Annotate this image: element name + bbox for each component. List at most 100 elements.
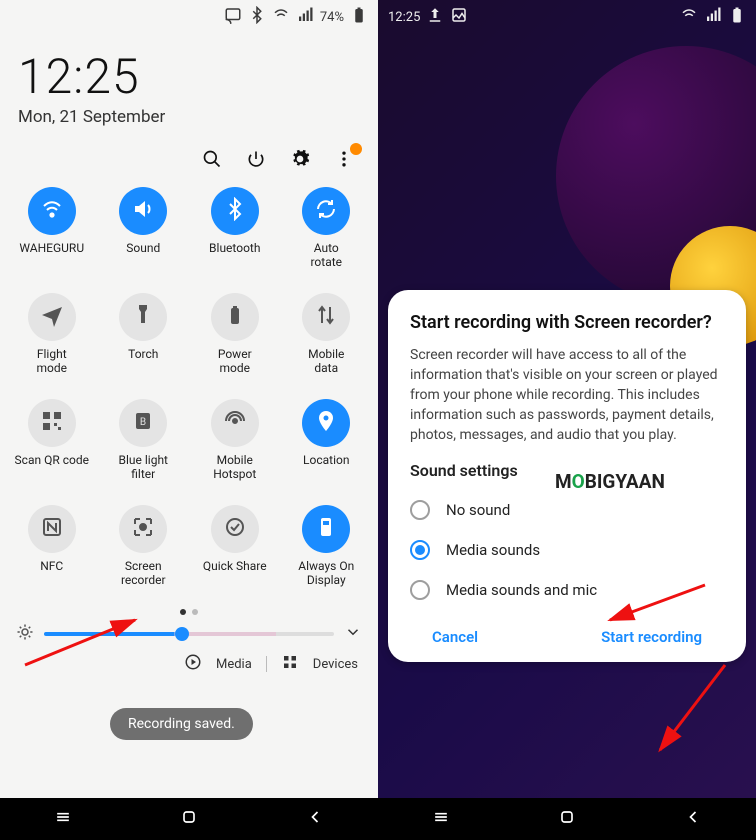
clock-time: 12:25: [18, 48, 360, 105]
android-navbar: [378, 798, 756, 840]
wifi-icon: [40, 197, 64, 225]
radio-label: No sound: [446, 501, 510, 519]
tile-sound[interactable]: Sound: [98, 187, 190, 287]
signal-status-icon: [296, 6, 314, 28]
bluetooth-icon: [223, 197, 247, 225]
media-play-icon: [184, 653, 202, 675]
divider: [266, 656, 267, 672]
tile-bluetooth[interactable]: Bluetooth: [189, 187, 281, 287]
svg-text:B: B: [140, 417, 146, 428]
tile-label: WAHEGURU: [15, 241, 88, 255]
tile-flightmode[interactable]: Flightmode: [6, 293, 98, 393]
autorotate-icon: [314, 197, 338, 225]
tile-nfc[interactable]: NFC: [6, 505, 98, 605]
brightness-icon: [16, 623, 34, 645]
tile-label: Mobiledata: [304, 347, 348, 375]
tile-label: Flightmode: [33, 347, 72, 375]
dialog-body: Screen recorder will have access to all …: [410, 345, 724, 445]
wifi-status-icon: [680, 6, 698, 28]
devices-button[interactable]: Devices: [313, 657, 358, 672]
power-icon[interactable]: [246, 149, 266, 173]
gear-icon[interactable]: [290, 149, 310, 173]
mobigyaan-watermark: MOBIGYAAN: [555, 470, 665, 493]
torch-icon: [131, 303, 155, 331]
battery-icon: [223, 303, 247, 331]
tile-wifi[interactable]: WAHEGURU: [6, 187, 98, 287]
nav-recents-icon[interactable]: [431, 807, 451, 831]
clock-date: Mon, 21 September: [18, 107, 360, 127]
radio-label: Media sounds: [446, 541, 540, 559]
nav-recents-icon[interactable]: [53, 807, 73, 831]
nav-home-icon[interactable]: [557, 807, 577, 831]
radio-label: Media sounds and mic: [446, 581, 597, 599]
tile-autorotate[interactable]: Autorotate: [281, 187, 373, 287]
quick-tiles-grid: WAHEGURU Sound Bluetooth Autorotate Flig…: [0, 183, 378, 605]
battery-icon: [728, 6, 746, 28]
image-icon: [450, 6, 468, 28]
phone-left-quicksettings: 74% 12:25 Mon, 21 September WAHEGU: [0, 0, 378, 840]
battery-icon: [350, 6, 368, 28]
bluetooth-status-icon: [248, 6, 266, 28]
tile-mobiledata[interactable]: Mobiledata: [281, 293, 373, 393]
status-bar: 12:25: [378, 0, 756, 34]
tile-aod[interactable]: Always OnDisplay: [281, 505, 373, 605]
nfc-icon: [40, 515, 64, 543]
mobiledata-icon: [314, 303, 338, 331]
tile-powermode[interactable]: Powermode: [189, 293, 281, 393]
android-navbar: [0, 798, 378, 840]
tile-bluelight[interactable]: BBlue lightfilter: [98, 399, 190, 499]
devices-grid-icon: [281, 653, 299, 675]
tile-hotspot[interactable]: MobileHotspot: [189, 399, 281, 499]
quickshare-icon: [223, 515, 247, 543]
watermark-text: BIGYAAN: [585, 470, 665, 493]
upload-icon: [426, 6, 444, 28]
tile-location[interactable]: Location: [281, 399, 373, 499]
watermark-text: O: [572, 470, 585, 493]
airplane-icon: [40, 303, 64, 331]
radio-icon: [410, 540, 430, 560]
brightness-slider[interactable]: [44, 632, 334, 636]
nav-back-icon[interactable]: [305, 807, 325, 831]
media-button[interactable]: Media: [216, 657, 252, 672]
search-icon[interactable]: [202, 149, 222, 173]
tile-label: Autorotate: [306, 241, 346, 269]
phone-right-dialog: 12:25 Start recording with Screen record…: [378, 0, 756, 840]
qr-icon: [40, 409, 64, 437]
hotspot-icon: [223, 409, 247, 437]
status-bar: 74%: [0, 0, 378, 34]
tile-label: Sound: [122, 241, 164, 255]
tile-label: Location: [299, 453, 353, 467]
tile-label: MobileHotspot: [209, 453, 260, 481]
tile-label: Powermode: [214, 347, 256, 375]
cast-icon: [224, 6, 242, 28]
tile-label: Screenrecorder: [117, 559, 170, 587]
more-icon[interactable]: [334, 149, 354, 173]
aod-icon: [314, 515, 338, 543]
watermark-text: M: [555, 470, 572, 493]
radio-option-mediasounds[interactable]: Media sounds: [410, 530, 724, 570]
snackbar-recording-saved: Recording saved.: [110, 708, 253, 740]
signal-status-icon: [704, 6, 722, 28]
bluelight-icon: B: [131, 409, 155, 437]
cancel-button[interactable]: Cancel: [432, 628, 478, 646]
radio-option-mediasounds-mic[interactable]: Media sounds and mic: [410, 570, 724, 610]
tile-label: Quick Share: [199, 559, 271, 573]
start-recording-button[interactable]: Start recording: [601, 628, 702, 646]
nav-home-icon[interactable]: [179, 807, 199, 831]
chevron-down-icon[interactable]: [344, 623, 362, 645]
radio-icon: [410, 500, 430, 520]
tile-label: Bluetooth: [205, 241, 264, 255]
radio-icon: [410, 580, 430, 600]
radio-option-nosound[interactable]: No sound: [410, 490, 724, 530]
nav-back-icon[interactable]: [683, 807, 703, 831]
tile-torch[interactable]: Torch: [98, 293, 190, 393]
tile-label: Torch: [124, 347, 162, 361]
tile-qrcode[interactable]: Scan QR code: [6, 399, 98, 499]
dialog-title: Start recording with Screen recorder?: [410, 312, 724, 333]
battery-percent: 74%: [320, 10, 344, 25]
tile-quickshare[interactable]: Quick Share: [189, 505, 281, 605]
tile-screenrecorder[interactable]: Screenrecorder: [98, 505, 190, 605]
tile-label: Always OnDisplay: [294, 559, 358, 587]
tile-label: Scan QR code: [11, 453, 93, 467]
speaker-icon: [131, 197, 155, 225]
